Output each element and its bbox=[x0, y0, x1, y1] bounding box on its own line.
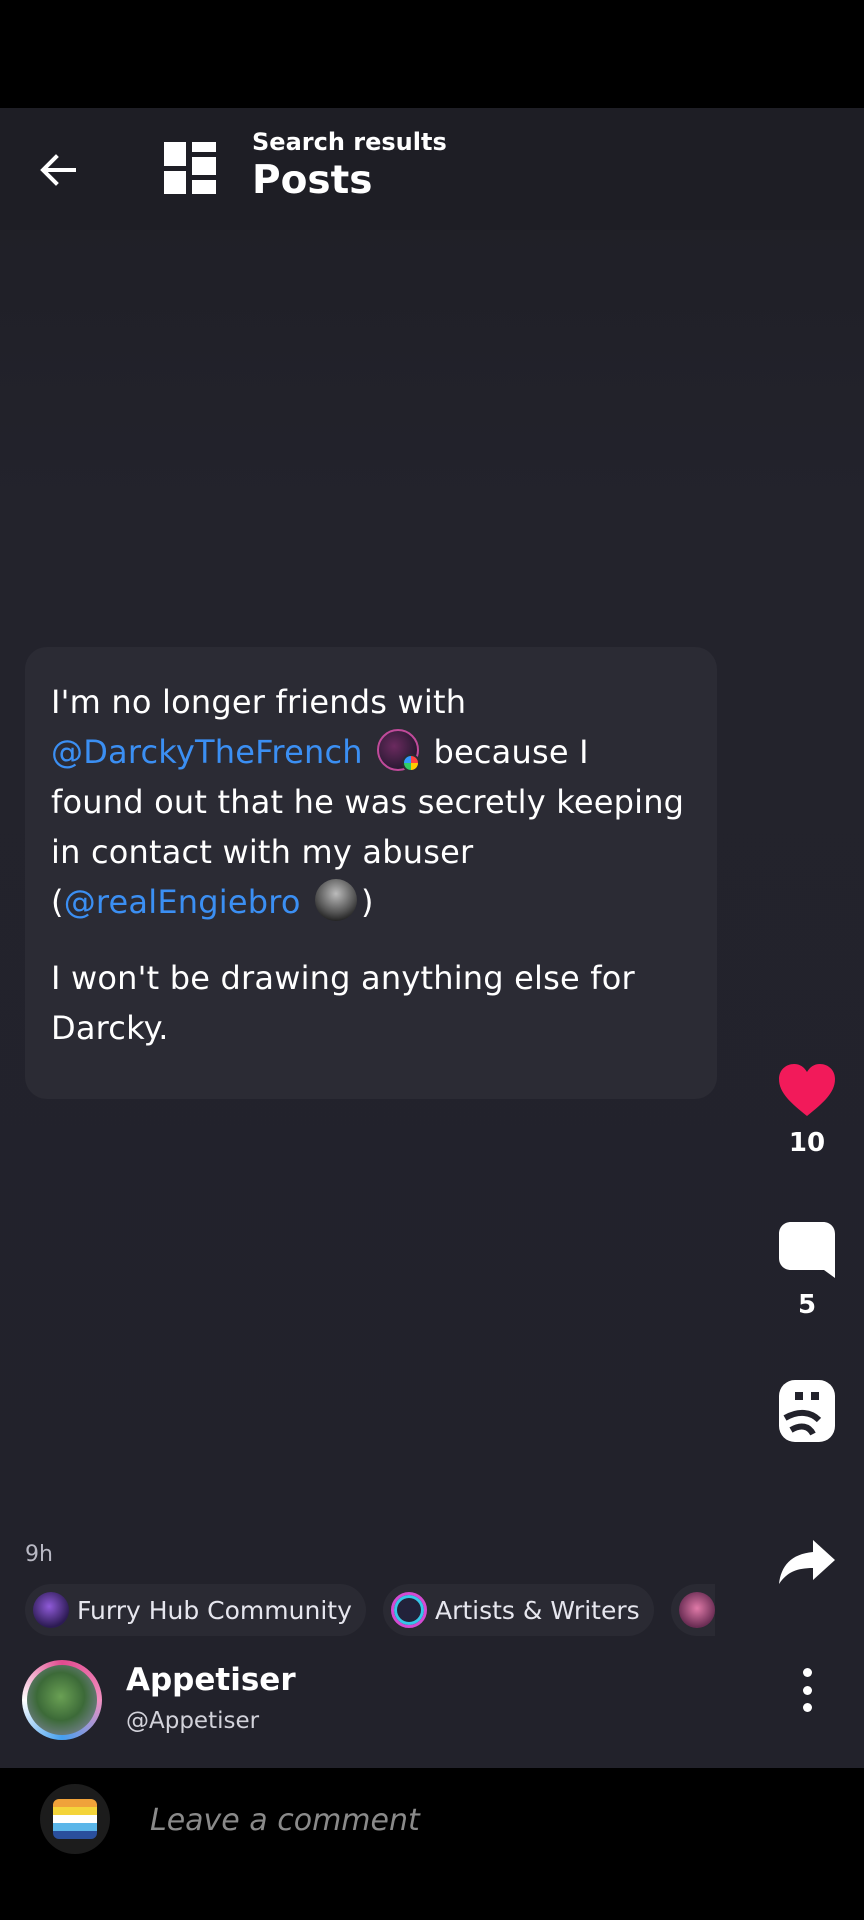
engiebro-avatar[interactable] bbox=[315, 879, 358, 921]
comment-bubble-icon[interactable] bbox=[777, 1220, 837, 1280]
my-avatar[interactable] bbox=[40, 1784, 110, 1854]
top-bar bbox=[0, 108, 864, 230]
status-bar bbox=[0, 0, 864, 108]
share-arrow-icon[interactable] bbox=[777, 1538, 837, 1588]
post-paragraph-2: I won't be drawing anything else for Dar… bbox=[51, 959, 635, 1047]
community-icon bbox=[33, 1592, 69, 1628]
comment-bar bbox=[0, 1768, 864, 1920]
post-card[interactable]: I'm no longer friends with @DarckyTheFre… bbox=[25, 647, 717, 1099]
more-options-button[interactable] bbox=[790, 1668, 824, 1712]
mention-engiebro[interactable]: @realEngiebro bbox=[64, 883, 301, 921]
repost-action[interactable] bbox=[770, 1378, 844, 1448]
post-text-3: ) bbox=[361, 883, 374, 921]
page-title: Posts bbox=[252, 158, 373, 203]
community-chip-artists-writers[interactable]: Artists & Writers bbox=[382, 1584, 654, 1636]
more-vertical-icon bbox=[802, 1703, 812, 1712]
post-text-1: I'm no longer friends with bbox=[51, 683, 467, 721]
comment-action[interactable]: 5 bbox=[770, 1220, 844, 1320]
community-chips: Furry Hub Community Artists & Writers V bbox=[25, 1584, 715, 1636]
grid-layout-icon[interactable] bbox=[162, 140, 218, 196]
author-avatar[interactable] bbox=[22, 1660, 102, 1740]
community-chip-v[interactable]: V bbox=[670, 1584, 715, 1636]
author-avatar-image bbox=[27, 1665, 97, 1735]
heart-icon[interactable] bbox=[777, 1062, 837, 1118]
community-chip-furry-hub[interactable]: Furry Hub Community bbox=[25, 1584, 366, 1636]
community-label: Artists & Writers bbox=[434, 1595, 640, 1625]
post-paragraph-1: I'm no longer friends with @DarckyTheFre… bbox=[51, 677, 691, 927]
like-action[interactable]: 10 bbox=[770, 1062, 844, 1158]
community-icon bbox=[678, 1592, 715, 1628]
author-name[interactable]: Appetiser bbox=[126, 1662, 296, 1698]
like-count: 10 bbox=[788, 1128, 826, 1158]
mention-darcky[interactable]: @DarckyTheFrench bbox=[51, 733, 363, 771]
repost-icon[interactable] bbox=[777, 1378, 837, 1444]
more-vertical-icon bbox=[802, 1668, 812, 1677]
header-subtitle: Search results bbox=[252, 128, 447, 156]
community-label: Furry Hub Community bbox=[77, 1595, 352, 1625]
comment-count: 5 bbox=[797, 1290, 817, 1320]
community-icon bbox=[390, 1592, 427, 1628]
pride-flag-icon bbox=[53, 1799, 97, 1839]
post-timestamp: 9h bbox=[25, 1542, 53, 1567]
comment-input[interactable] bbox=[150, 1800, 800, 1840]
darcky-avatar[interactable] bbox=[377, 729, 421, 772]
author-handle[interactable]: @Appetiser bbox=[126, 1708, 259, 1734]
arrow-left-icon bbox=[40, 154, 76, 186]
share-action[interactable] bbox=[770, 1538, 844, 1592]
back-button[interactable] bbox=[28, 140, 88, 200]
more-vertical-icon bbox=[802, 1685, 812, 1695]
